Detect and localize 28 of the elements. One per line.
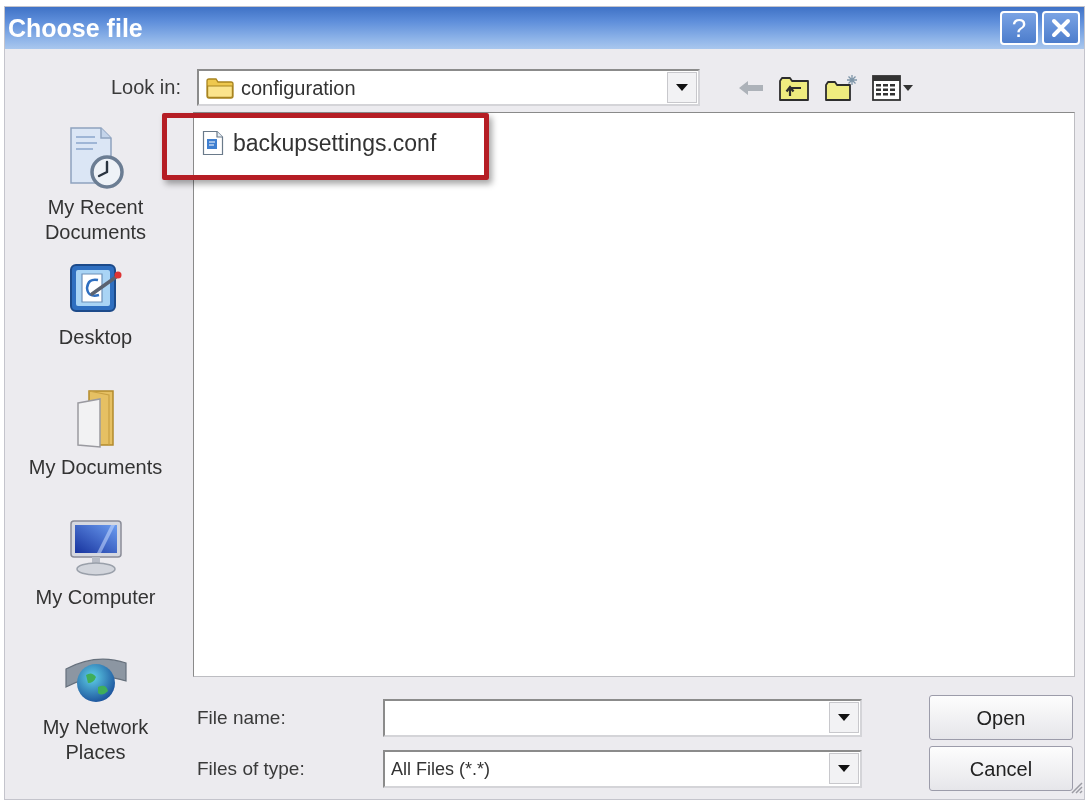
place-shortcut[interactable]: My Network Places — [10, 645, 181, 775]
dropdown-button[interactable] — [829, 753, 859, 784]
look-in-dropdown[interactable]: configuration — [197, 69, 700, 106]
place-shortcut[interactable]: Desktop — [10, 255, 181, 385]
close-button[interactable] — [1042, 11, 1080, 45]
view-menu-icon[interactable] — [872, 74, 914, 101]
dropdown-button[interactable] — [667, 72, 697, 103]
document-icon — [202, 130, 224, 156]
file-type-dropdown[interactable]: All Files (*.*) — [383, 749, 862, 788]
caret-icon — [838, 714, 850, 721]
file-type-label: Files of type: — [196, 757, 306, 781]
cancel-button[interactable]: Cancel — [929, 746, 1073, 791]
folder-icon — [205, 75, 235, 100]
file-item[interactable]: backupsettings.conf — [200, 130, 439, 156]
caret-icon — [676, 84, 688, 91]
window-title: Choose file — [8, 14, 143, 42]
close-icon — [1051, 18, 1071, 38]
look-in-label: Look in: — [110, 76, 181, 98]
new-folder-icon[interactable] — [824, 73, 858, 102]
caret-icon — [838, 765, 850, 772]
file-name-field[interactable] — [383, 698, 862, 737]
resize-grip-icon[interactable] — [1069, 779, 1083, 794]
file-name-label: File name: — [196, 706, 287, 730]
place-shortcut[interactable]: My Documents — [10, 385, 181, 515]
dropdown-button[interactable] — [829, 702, 859, 733]
open-button[interactable]: Open — [929, 695, 1073, 740]
place-shortcut[interactable]: My Recent Documents — [10, 125, 181, 255]
place-shortcut[interactable]: My Computer — [10, 515, 181, 645]
